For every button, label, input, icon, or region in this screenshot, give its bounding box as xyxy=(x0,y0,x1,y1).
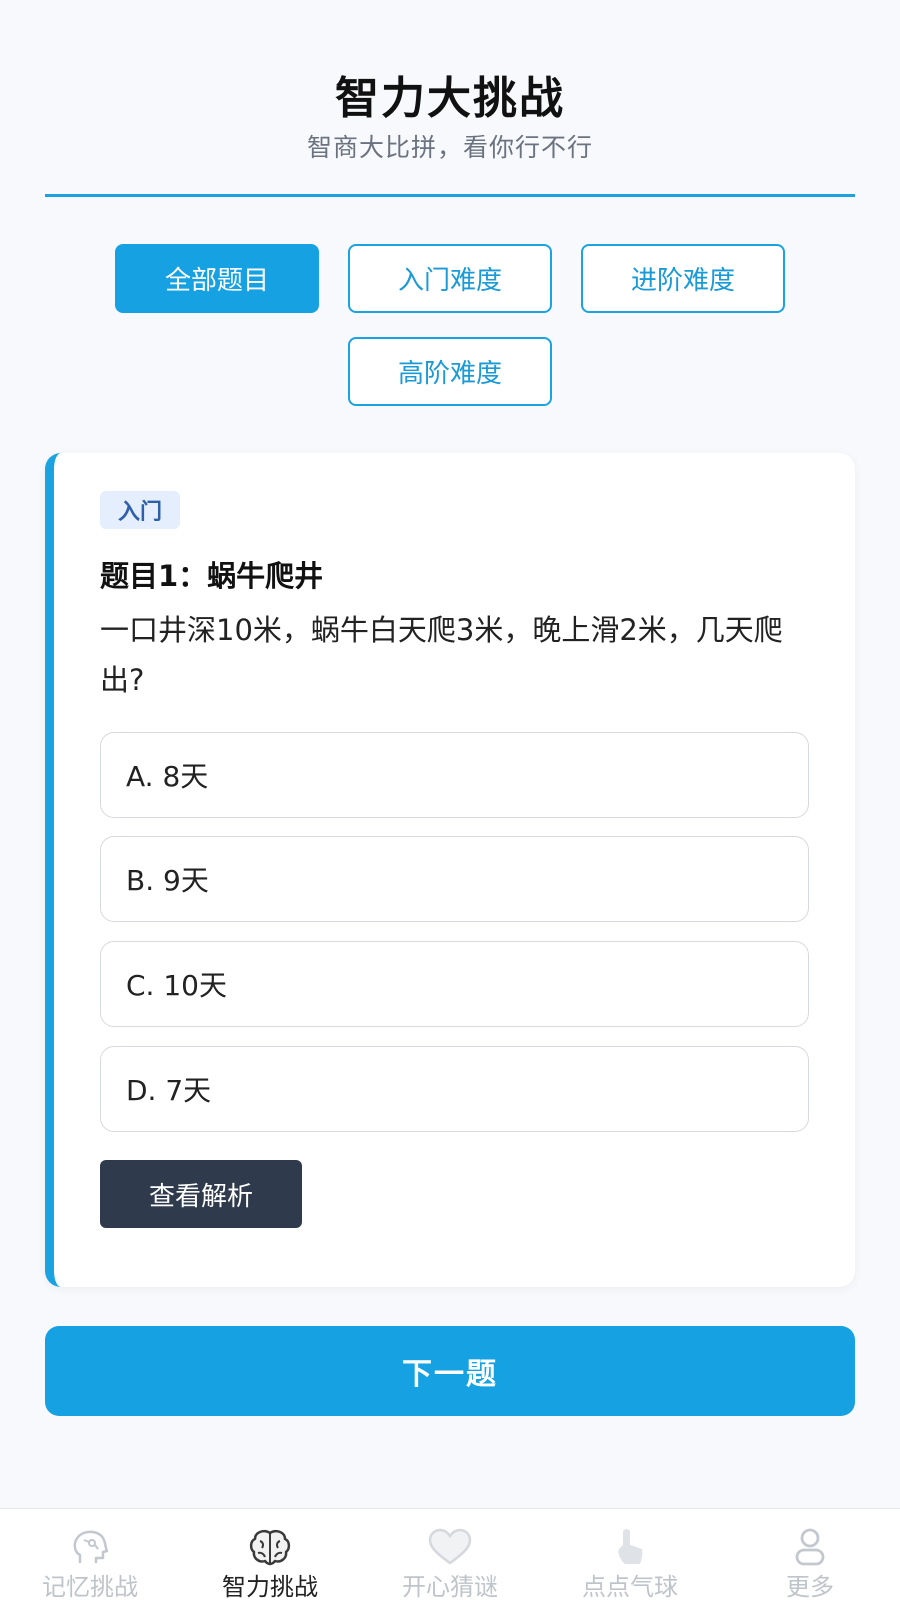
heart-icon xyxy=(428,1528,472,1565)
tab-balloons[interactable]: 点点气球 xyxy=(540,1509,720,1600)
option-d[interactable]: D. 7天 xyxy=(100,1046,809,1132)
bottom-tab-bar: 记忆挑战 智力挑战 开心猜谜 点点气球 更多 xyxy=(0,1508,900,1600)
page-subtitle: 智商大比拼，看你行不行 xyxy=(306,133,593,162)
filter-all-button[interactable]: 全部题目 xyxy=(115,244,319,313)
option-b[interactable]: B. 9天 xyxy=(100,836,809,922)
difficulty-badge: 入门 xyxy=(100,491,181,529)
head-icon xyxy=(73,1530,109,1563)
view-analysis-button[interactable]: 查看解析 xyxy=(100,1160,302,1228)
tab-intelligence[interactable]: 智力挑战 xyxy=(180,1509,360,1600)
tab-riddles[interactable]: 开心猜谜 xyxy=(360,1509,540,1600)
tab-memory[interactable]: 记忆挑战 xyxy=(0,1509,180,1600)
page-title: 智力大挑战 xyxy=(335,73,565,124)
next-question-button[interactable]: 下一题 xyxy=(45,1326,855,1416)
tab-more[interactable]: 更多 xyxy=(720,1509,900,1600)
question-title: 题目1：蜗牛爬井 xyxy=(100,559,324,593)
option-c[interactable]: C. 10天 xyxy=(100,941,809,1027)
brain-icon xyxy=(249,1530,291,1566)
tab-label: 记忆挑战 xyxy=(42,1573,138,1600)
filter-advanced-button[interactable]: 高阶难度 xyxy=(348,337,552,406)
tab-label: 开心猜谜 xyxy=(402,1573,498,1600)
option-a[interactable]: A. 8天 xyxy=(100,732,809,818)
tab-label: 智力挑战 xyxy=(222,1573,318,1600)
question-text: 一口井深10米，蜗牛白天爬3米，晚上滑2米，几天爬出? xyxy=(100,613,783,697)
person-icon xyxy=(795,1528,825,1566)
filter-intermediate-button[interactable]: 进阶难度 xyxy=(581,244,785,313)
tab-label: 更多 xyxy=(786,1573,834,1600)
tap-icon xyxy=(618,1529,643,1564)
filter-beginner-button[interactable]: 入门难度 xyxy=(348,244,552,313)
tab-label: 点点气球 xyxy=(582,1573,678,1600)
question-card: 入门 题目1：蜗牛爬井 一口井深10米，蜗牛白天爬3米，晚上滑2米，几天爬出? … xyxy=(45,453,855,1287)
header-divider xyxy=(45,194,855,197)
